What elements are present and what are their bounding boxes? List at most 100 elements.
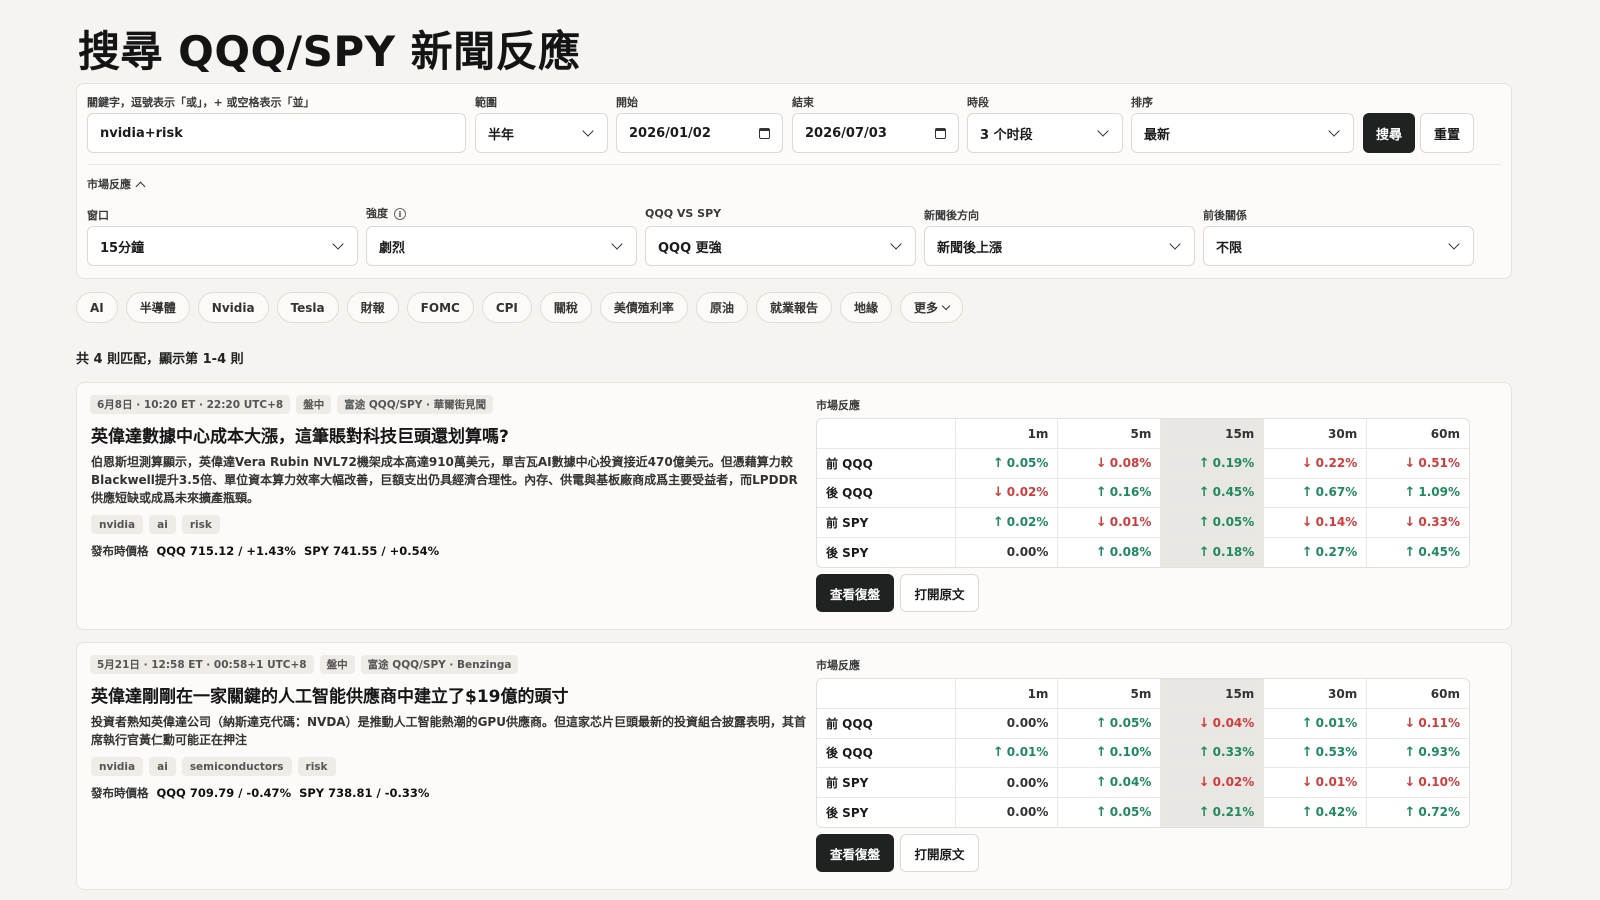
reaction-cell: ↓ 0.04% [1160, 708, 1264, 739]
divider [87, 164, 1501, 165]
tag[interactable]: semiconductors [181, 757, 292, 776]
chevron-down-icon [1097, 124, 1109, 137]
view-review-button[interactable]: 查看復盤 [816, 574, 894, 612]
reset-button[interactable]: 重置 [1420, 113, 1474, 153]
row-label: 後 SPY [826, 805, 869, 820]
qqq-price: QQQ 709.79 / -0.47% [156, 786, 292, 800]
chip-semiconductor[interactable]: 半導體 [125, 292, 190, 323]
chip-nvidia[interactable]: Nvidia [197, 292, 269, 323]
reaction-value: 0.33% [1418, 515, 1460, 530]
direction-select[interactable]: 新聞後上漲 [924, 226, 1195, 266]
reaction-cell: ↓ 0.51% [1366, 448, 1469, 479]
arrow-down-icon: ↓ [1301, 455, 1313, 471]
open-original-button[interactable]: 打開原文 [900, 834, 979, 872]
reaction-cell: ↑ 0.01% [954, 738, 1058, 769]
info-icon[interactable]: i [394, 208, 406, 220]
reaction-cell: ↓ 0.01% [1057, 507, 1161, 538]
news-headline[interactable]: 英偉達剛剛在一家關鍵的人工智能供應商中建立了$19億的頭寸 [91, 682, 569, 707]
tag[interactable]: nvidia [91, 515, 144, 534]
calendar-icon[interactable] [935, 127, 946, 139]
reaction-value: 0.72% [1418, 804, 1460, 819]
reaction-value: 0.00% [1006, 545, 1049, 560]
reaction-value: 0.08% [1109, 544, 1152, 559]
arrow-up-icon: ↑ [1301, 544, 1313, 560]
reaction-cell: ↓ 0.02% [1160, 767, 1264, 798]
direction-label: 新聞後方向 [924, 209, 979, 222]
window-select[interactable]: 15分鐘 [87, 226, 358, 266]
range-select[interactable]: 半年 [475, 113, 608, 153]
chip-fomc[interactable]: FOMC [406, 292, 474, 323]
chip-tesla[interactable]: Tesla [276, 292, 339, 323]
intensity-select[interactable]: 劇烈 [366, 226, 637, 266]
tag[interactable]: ai [149, 757, 176, 776]
reaction-cell: ↑ 0.08% [1057, 537, 1161, 567]
tag[interactable]: ai [149, 515, 176, 534]
reaction-cell: ↑ 0.45% [1366, 537, 1469, 567]
chip-ai[interactable]: AI [76, 292, 118, 323]
reaction-cell: ↑ 0.42% [1263, 797, 1367, 827]
calendar-icon[interactable] [759, 127, 770, 139]
reaction-value: 0.93% [1418, 745, 1460, 760]
qqq-vs-spy-select[interactable]: QQQ 更強 [645, 226, 916, 266]
column-header: 15m [1160, 419, 1264, 450]
news-time: 5月21日 · 12:58 ET · 00:58+1 UTC+8 [90, 655, 314, 674]
tag[interactable]: nvidia [91, 757, 144, 776]
reaction-cell: 0.00% [954, 708, 1058, 739]
open-original-button[interactable]: 打開原文 [900, 574, 979, 612]
chip-cpi[interactable]: CPI [481, 292, 532, 323]
view-review-button[interactable]: 查看復盤 [816, 834, 894, 872]
column-header: 60m [1366, 679, 1469, 710]
spy-price: SPY 738.81 / -0.33% [299, 786, 430, 800]
publish-prices: 發布時價格 QQQ 709.79 / -0.47% SPY 738.81 / -0.… [91, 786, 430, 800]
row-label: 前 SPY [817, 507, 955, 538]
reaction-cell: ↑ 0.05% [1057, 797, 1161, 827]
start-date-input[interactable]: 2026/01/02 [616, 113, 783, 153]
relation-select[interactable]: 不限 [1203, 226, 1474, 266]
chip-more[interactable]: 更多 [899, 292, 963, 323]
chip-tariff[interactable]: 關稅 [539, 292, 592, 323]
chip-crude-oil[interactable]: 原油 [695, 292, 748, 323]
keyword-input[interactable]: nvidia+risk [87, 113, 466, 153]
arrow-up-icon: ↑ [1198, 804, 1210, 820]
arrow-up-icon: ↑ [1095, 715, 1107, 731]
arrow-up-icon: ↑ [1301, 745, 1313, 761]
market-reaction-toggle[interactable]: 市場反應 [87, 176, 146, 192]
reaction-value: 0.00% [1006, 805, 1049, 820]
reaction-value: 0.01% [1109, 515, 1152, 530]
arrow-down-icon: ↓ [1301, 515, 1313, 531]
reaction-cell: ↓ 0.33% [1366, 507, 1469, 538]
source-badge: 富途 QQQ/SPY · 華爾街見聞 [337, 395, 494, 414]
news-headline[interactable]: 英偉達數據中心成本大漲，這筆賬對科技巨頭還划算嗎? [91, 422, 509, 447]
search-button[interactable]: 搜尋 [1363, 113, 1415, 153]
chip-earnings[interactable]: 財報 [346, 292, 399, 323]
column-header: 5m [1057, 679, 1161, 710]
chip-geopolitics[interactable]: 地緣 [839, 292, 892, 323]
chip-treasury-yield[interactable]: 美債殖利率 [599, 292, 688, 323]
table-row: 後 SPY 0.00% ↑ 0.08% ↑ 0.18% ↑ 0.27% ↑ 0.45% [817, 537, 1469, 567]
column-header: 30m [1263, 679, 1367, 710]
sort-select[interactable]: 最新 [1131, 113, 1354, 153]
arrow-down-icon: ↓ [1198, 775, 1210, 791]
sort-label: 排序 [1131, 96, 1153, 109]
session-select[interactable]: 3 个时段 [967, 113, 1123, 153]
chip-jobs-report[interactable]: 就業報告 [755, 292, 832, 323]
reaction-cell: ↑ 0.05% [1057, 708, 1161, 739]
tag[interactable]: risk [181, 515, 220, 534]
keyword-label: 關鍵字，逗號表示「或」，+ 或空格表示「並」 [87, 96, 315, 109]
reaction-value: 0.22% [1315, 455, 1358, 470]
reaction-value: 0.04% [1109, 775, 1152, 790]
arrow-down-icon: ↓ [1404, 775, 1416, 791]
arrow-down-icon: ↓ [1095, 515, 1107, 531]
row-label: 後 QQQ [817, 478, 955, 509]
topic-chips: AI 半導體 Nvidia Tesla 財報 FOMC CPI 關稅 美債殖利率… [76, 292, 963, 323]
end-date-label: 結束 [792, 96, 814, 109]
reaction-value: 0.27% [1315, 544, 1358, 559]
chevron-down-icon [1448, 237, 1460, 250]
reaction-value: 0.10% [1418, 775, 1460, 790]
table-row: 後 QQQ ↑ 0.01% ↑ 0.10% ↑ 0.33% ↑ 0.53% ↑ 0.93% [817, 738, 1469, 769]
tag[interactable]: risk [297, 757, 336, 776]
reaction-label: 市場反應 [816, 399, 860, 412]
reaction-value: 0.51% [1418, 455, 1460, 470]
end-date-input[interactable]: 2026/07/03 [792, 113, 959, 153]
reaction-cell: ↓ 0.11% [1366, 708, 1469, 739]
